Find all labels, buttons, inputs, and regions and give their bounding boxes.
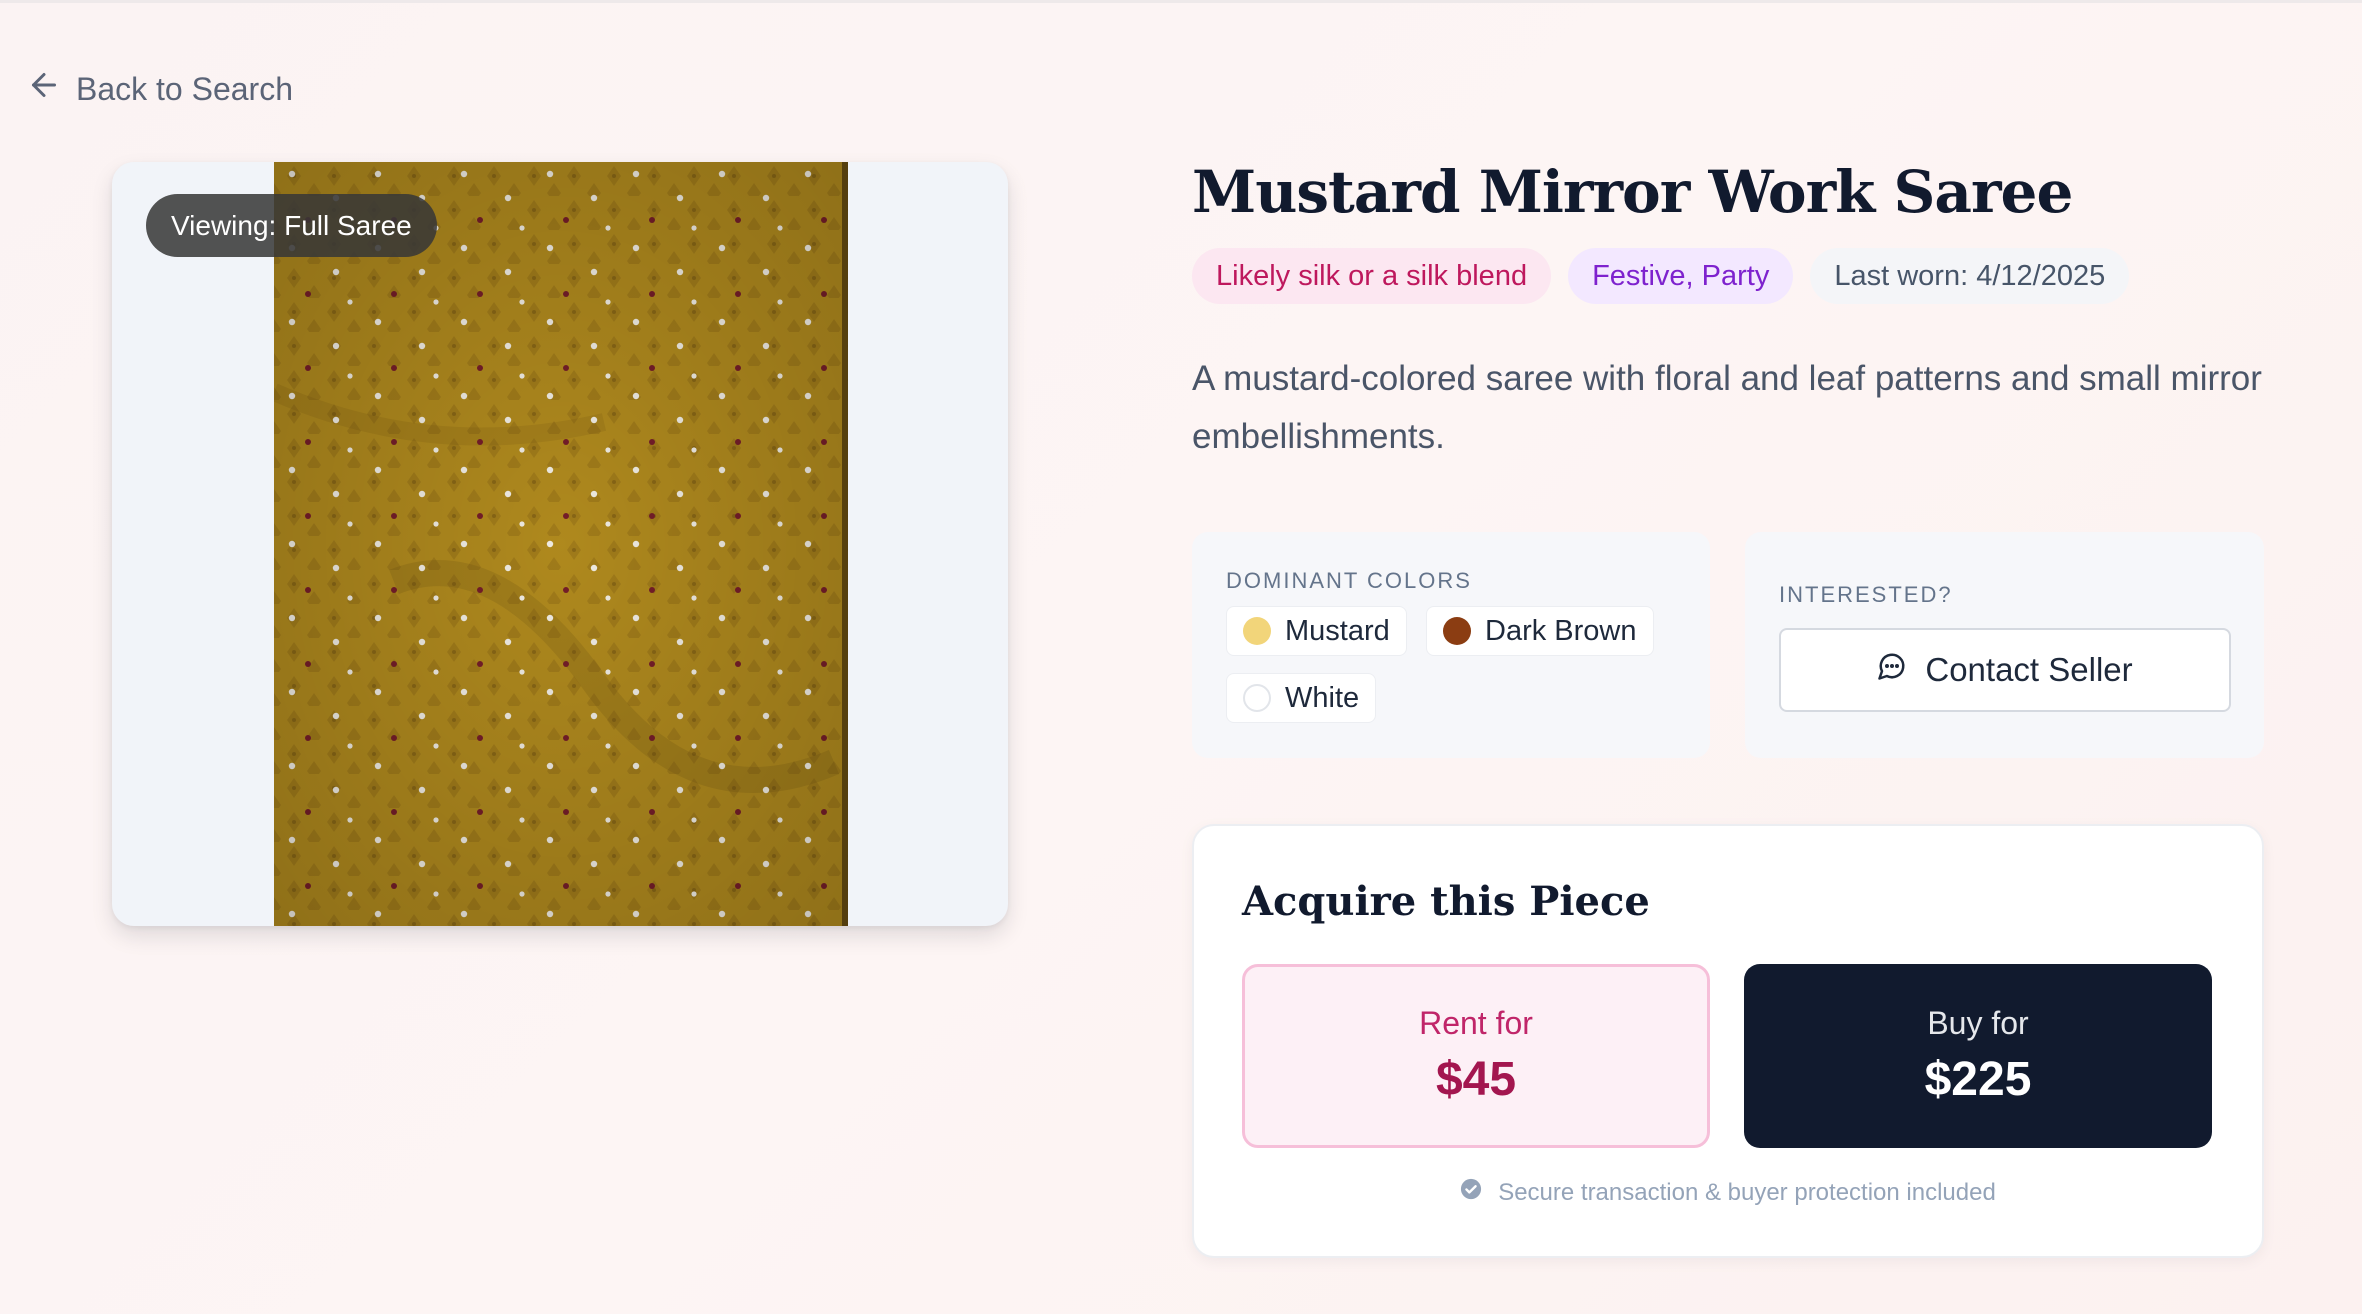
color-dot	[1243, 617, 1271, 645]
message-bubble-icon	[1877, 651, 1907, 689]
viewing-badge: Viewing: Full Saree	[146, 194, 437, 257]
occasion-tag: Festive, Party	[1568, 248, 1794, 304]
color-chip-dark-brown: Dark Brown	[1426, 606, 1654, 656]
color-name: Dark Brown	[1485, 614, 1637, 647]
interested-panel: INTERESTED? Contact Seller	[1745, 532, 2264, 758]
product-description: A mustard-colored saree with floral and …	[1192, 359, 2262, 456]
product-title: Mustard Mirror Work Saree	[1192, 158, 2073, 226]
back-label: Back to Search	[76, 70, 293, 107]
material-tag: Likely silk or a silk blend	[1192, 248, 1552, 304]
color-name: White	[1285, 681, 1360, 714]
check-circle-icon	[1460, 1178, 1482, 1207]
rent-price: $45	[1435, 1053, 1517, 1106]
contact-seller-label: Contact Seller	[1925, 651, 2133, 688]
color-dot	[1443, 617, 1471, 645]
rent-button[interactable]: Rent for $45	[1242, 964, 1710, 1148]
back-to-search-link[interactable]: Back to Search	[26, 66, 293, 112]
secure-note-text: Secure transaction & buyer protection in…	[1498, 1178, 1996, 1206]
contact-seller-button[interactable]: Contact Seller	[1779, 628, 2231, 712]
color-chip-white: White	[1226, 673, 1377, 723]
tag-row: Likely silk or a silk blend Festive, Par…	[1192, 248, 2130, 304]
top-border	[0, 0, 2362, 3]
color-dot	[1243, 684, 1271, 712]
color-chip-mustard: Mustard	[1226, 606, 1407, 656]
dominant-colors-heading: DOMINANT COLORS	[1226, 568, 1472, 593]
product-image-card[interactable]: Viewing: Full Saree	[112, 162, 1008, 926]
buy-price: $225	[1924, 1053, 2032, 1106]
last-worn-tag: Last worn: 4/12/2025	[1810, 248, 2130, 304]
color-name: Mustard	[1285, 614, 1390, 647]
arrow-left-icon	[26, 67, 62, 111]
buy-button[interactable]: Buy for $225	[1744, 964, 2212, 1148]
dominant-colors-panel: DOMINANT COLORS Mustard Dark Brown White	[1192, 532, 1710, 758]
interested-heading: INTERESTED?	[1779, 582, 1953, 607]
buy-label: Buy for	[1927, 1005, 2029, 1041]
secure-note: Secure transaction & buyer protection in…	[1194, 1178, 2262, 1207]
rent-label: Rent for	[1419, 1005, 1533, 1041]
acquire-heading: Acquire this Piece	[1242, 878, 1650, 925]
saree-photo[interactable]	[274, 162, 848, 926]
acquire-card: Acquire this Piece Rent for $45 Buy for …	[1192, 824, 2264, 1258]
